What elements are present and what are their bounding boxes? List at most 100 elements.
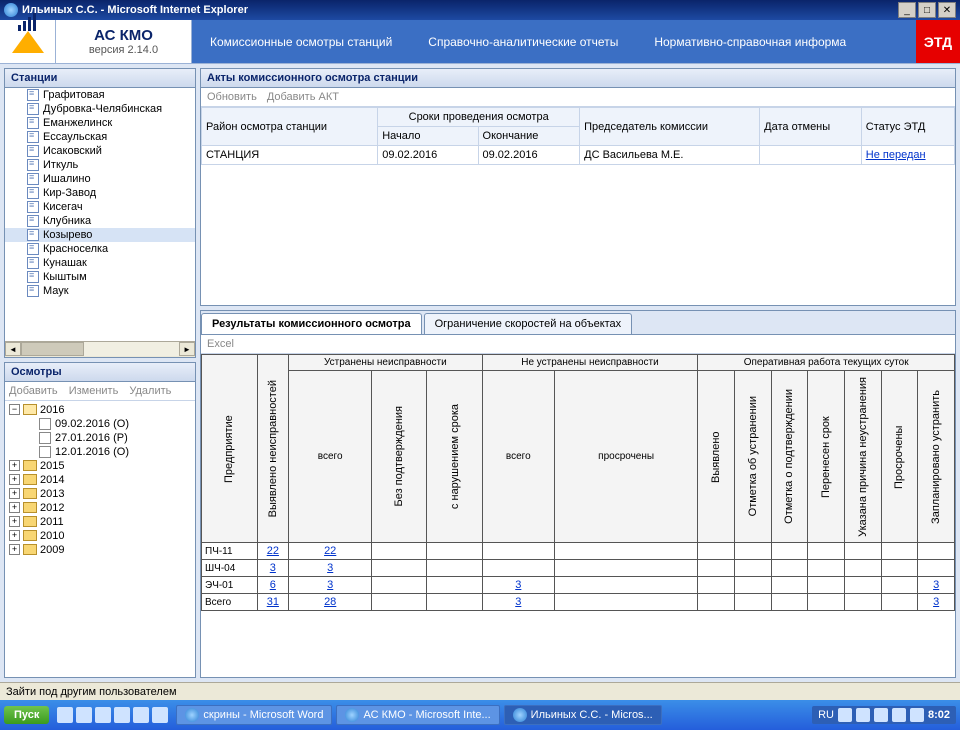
col-status[interactable]: Статус ЭТД xyxy=(861,108,954,146)
maximize-button[interactable]: □ xyxy=(918,2,936,18)
results-row[interactable]: ПЧ-112222 xyxy=(202,543,955,560)
results-row[interactable]: ЭЧ-016333 xyxy=(202,577,955,594)
clock[interactable]: 8:02 xyxy=(928,709,950,721)
lang-indicator[interactable]: RU xyxy=(818,709,834,721)
acts-row[interactable]: СТАНЦИЯ 09.02.2016 09.02.2016 ДС Василье… xyxy=(202,146,955,165)
inspection-item[interactable]: 12.01.2016 (О) xyxy=(39,445,191,459)
taskbar-button-active[interactable]: Ильиных С.С. - Micros... xyxy=(504,705,662,725)
scroll-left-icon[interactable]: ◄ xyxy=(5,342,21,356)
ql-icon[interactable] xyxy=(114,707,130,723)
station-item[interactable]: Исаковский xyxy=(5,144,195,158)
expand-icon[interactable]: + xyxy=(9,516,20,527)
year-node[interactable]: +2010 xyxy=(9,529,191,543)
collapse-icon[interactable]: − xyxy=(9,404,20,415)
col-region[interactable]: Район осмотра станции xyxy=(202,108,378,146)
expand-icon[interactable]: + xyxy=(9,502,20,513)
expand-icon[interactable]: + xyxy=(9,460,20,471)
year-node[interactable]: +2012 xyxy=(9,501,191,515)
year-node[interactable]: +2015 xyxy=(9,459,191,473)
inspection-item[interactable]: 27.01.2016 (Р) xyxy=(39,431,191,445)
status-bar[interactable]: Зайти под другим пользователем xyxy=(0,682,960,700)
minimize-button[interactable]: _ xyxy=(898,2,916,18)
page-icon xyxy=(39,432,51,444)
year-node[interactable]: +2009 xyxy=(9,543,191,557)
station-item[interactable]: Кисегач xyxy=(5,200,195,214)
station-item[interactable]: Красноселка xyxy=(5,242,195,256)
station-item[interactable]: Кунашак xyxy=(5,256,195,270)
value-link[interactable]: 3 xyxy=(327,579,333,591)
delete-link[interactable]: Удалить xyxy=(129,385,171,397)
station-item[interactable]: Ессаульская xyxy=(5,130,195,144)
ql-icon[interactable] xyxy=(152,707,168,723)
edit-link[interactable]: Изменить xyxy=(69,385,119,397)
tab-results[interactable]: Результаты комиссионного осмотра xyxy=(201,313,422,334)
status-text[interactable]: Зайти под другим пользователем xyxy=(6,686,177,698)
station-item[interactable]: Козырево xyxy=(5,228,195,242)
excel-link[interactable]: Excel xyxy=(207,338,234,350)
add-link[interactable]: Добавить xyxy=(9,385,58,397)
station-item[interactable]: Клубника xyxy=(5,214,195,228)
expand-icon[interactable]: + xyxy=(9,530,20,541)
etd-badge[interactable]: ЭТД xyxy=(916,20,960,63)
expand-icon[interactable]: + xyxy=(9,488,20,499)
expand-icon[interactable]: + xyxy=(9,544,20,555)
col-cancel[interactable]: Дата отмены xyxy=(760,108,862,146)
stations-scrollbar[interactable]: ◄ ► xyxy=(5,341,195,357)
year-node[interactable]: +2013 xyxy=(9,487,191,501)
stations-panel: Станции ГрафитоваяДубровка-ЧелябинскаяЕм… xyxy=(4,68,196,358)
start-button[interactable]: Пуск xyxy=(4,706,49,724)
tab-speed-limits[interactable]: Ограничение скоростей на объектах xyxy=(424,313,633,334)
station-item[interactable]: Ишалино xyxy=(5,172,195,186)
station-item[interactable]: Иткуль xyxy=(5,158,195,172)
folder-icon xyxy=(23,530,37,541)
expand-icon[interactable]: + xyxy=(9,474,20,485)
year-node[interactable]: +2011 xyxy=(9,515,191,529)
station-item[interactable]: Маук xyxy=(5,284,195,298)
value-link[interactable]: 22 xyxy=(267,545,279,557)
value-link[interactable]: 31 xyxy=(267,596,279,608)
station-item[interactable]: Кир-Завод xyxy=(5,186,195,200)
menu-reports[interactable]: Справочно-аналитические отчеты xyxy=(410,20,636,63)
taskbar-button[interactable]: скрины - Microsoft Word xyxy=(176,705,332,725)
year-node[interactable]: +2014 xyxy=(9,473,191,487)
taskbar-button[interactable]: АС КМО - Microsoft Inte... xyxy=(336,705,499,725)
refresh-link[interactable]: Обновить xyxy=(207,91,257,103)
year-node[interactable]: −2016 xyxy=(9,403,191,417)
inspections-tree[interactable]: −201609.02.2016 (О)27.01.2016 (Р)12.01.2… xyxy=(5,401,195,677)
station-item[interactable]: Кыштым xyxy=(5,270,195,284)
value-link[interactable]: 3 xyxy=(327,562,333,574)
col-start[interactable]: Начало xyxy=(378,127,478,146)
scroll-thumb[interactable] xyxy=(21,342,84,356)
menu-inspections[interactable]: Комиссионные осмотры станций xyxy=(192,20,410,63)
results-row[interactable]: ШЧ-0433 xyxy=(202,560,955,577)
ql-icon[interactable] xyxy=(57,707,73,723)
ql-icon[interactable] xyxy=(133,707,149,723)
station-item[interactable]: Графитовая xyxy=(5,88,195,102)
value-link[interactable]: 3 xyxy=(515,579,521,591)
col-op6: Просрочены xyxy=(892,412,906,502)
doc-icon xyxy=(27,145,39,157)
add-act-link[interactable]: Добавить АКТ xyxy=(267,91,339,103)
scroll-right-icon[interactable]: ► xyxy=(179,342,195,356)
value-link[interactable]: 22 xyxy=(324,545,336,557)
close-button[interactable]: ✕ xyxy=(938,2,956,18)
value-link[interactable]: 3 xyxy=(515,596,521,608)
station-item[interactable]: Еманжелинск xyxy=(5,116,195,130)
value-link[interactable]: 3 xyxy=(933,596,939,608)
value-link[interactable]: 3 xyxy=(933,579,939,591)
ql-icon[interactable] xyxy=(76,707,92,723)
value-link[interactable]: 3 xyxy=(270,562,276,574)
stations-tree[interactable]: ГрафитоваяДубровка-ЧелябинскаяЕманжелинс… xyxy=(5,88,195,341)
folder-icon xyxy=(23,516,37,527)
station-item[interactable]: Дубровка-Челябинская xyxy=(5,102,195,116)
col-end[interactable]: Окончание xyxy=(478,127,580,146)
value-link[interactable]: 28 xyxy=(324,596,336,608)
status-link[interactable]: Не передан xyxy=(866,149,926,161)
value-link[interactable]: 6 xyxy=(270,579,276,591)
col-chair[interactable]: Председатель комиссии xyxy=(580,108,760,146)
ql-icon[interactable] xyxy=(95,707,111,723)
menu-reference[interactable]: Нормативно-справочная информа xyxy=(636,20,864,63)
results-row[interactable]: Всего312833 xyxy=(202,594,955,611)
inspection-item[interactable]: 09.02.2016 (О) xyxy=(39,417,191,431)
col-unfixed-over: просрочены xyxy=(554,370,697,543)
